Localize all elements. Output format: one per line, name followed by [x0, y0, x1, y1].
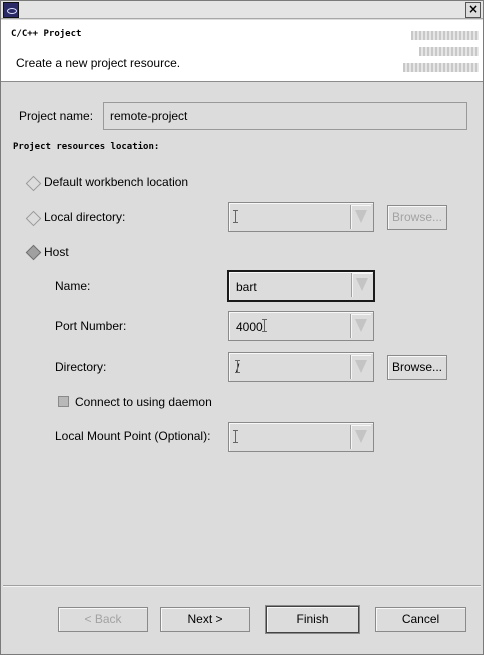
mount-point-label: Local Mount Point (Optional):: [55, 429, 211, 443]
host-radio[interactable]: [25, 244, 42, 261]
local-directory-label: Local directory:: [44, 210, 126, 224]
host-name-value: bart: [236, 280, 257, 294]
host-name-combo[interactable]: bart: [227, 270, 375, 302]
dropdown-arrow-icon[interactable]: [350, 355, 371, 379]
daemon-label: Connect to using daemon: [75, 395, 212, 409]
daemon-checkbox[interactable]: [58, 396, 69, 407]
port-number-value: 4000: [236, 320, 263, 334]
local-directory-combo[interactable]: [228, 202, 374, 232]
back-button[interactable]: < Back: [58, 607, 148, 632]
wizard-description: Create a new project resource.: [16, 56, 181, 70]
host-name-label: Name:: [55, 279, 91, 293]
directory-label: Directory:: [55, 360, 107, 374]
wizard-banner: C/C++ Project Create a new project resou…: [1, 20, 483, 82]
dropdown-arrow-icon[interactable]: [350, 314, 371, 338]
text-cursor-icon: [262, 319, 267, 332]
default-location-radio[interactable]: [25, 175, 42, 192]
project-name-label: Project name:: [19, 109, 94, 123]
title-bar: ×: [1, 1, 483, 19]
eclipse-app-icon: [3, 2, 19, 18]
finish-button[interactable]: Finish: [266, 606, 359, 633]
default-location-label: Default workbench location: [44, 175, 189, 189]
button-bar-separator: [3, 585, 481, 587]
port-number-label: Port Number:: [55, 319, 127, 333]
dropdown-arrow-icon[interactable]: [351, 273, 372, 297]
mount-point-combo[interactable]: [228, 422, 374, 452]
local-directory-radio[interactable]: [25, 210, 42, 227]
text-cursor-icon: [233, 430, 238, 443]
location-section-title: Project resources location:: [13, 142, 160, 152]
text-cursor-icon: [233, 210, 238, 223]
host-label: Host: [44, 245, 69, 259]
port-number-combo[interactable]: 4000: [228, 311, 374, 341]
dropdown-arrow-icon[interactable]: [350, 205, 371, 229]
banner-graphic-icon: [403, 28, 479, 74]
directory-browse-button[interactable]: Browse...: [387, 355, 447, 380]
cancel-button[interactable]: Cancel: [375, 607, 466, 632]
project-wizard-dialog: × C/C++ Project Create a new project res…: [0, 0, 484, 655]
close-button[interactable]: ×: [465, 2, 481, 18]
wizard-title: C/C++ Project: [11, 29, 82, 39]
local-browse-button[interactable]: Browse...: [387, 205, 447, 230]
directory-combo[interactable]: /: [228, 352, 374, 382]
next-button[interactable]: Next >: [160, 607, 250, 632]
dropdown-arrow-icon[interactable]: [350, 425, 371, 449]
project-name-input[interactable]: remote-project: [103, 102, 467, 130]
text-cursor-icon: [235, 360, 240, 373]
